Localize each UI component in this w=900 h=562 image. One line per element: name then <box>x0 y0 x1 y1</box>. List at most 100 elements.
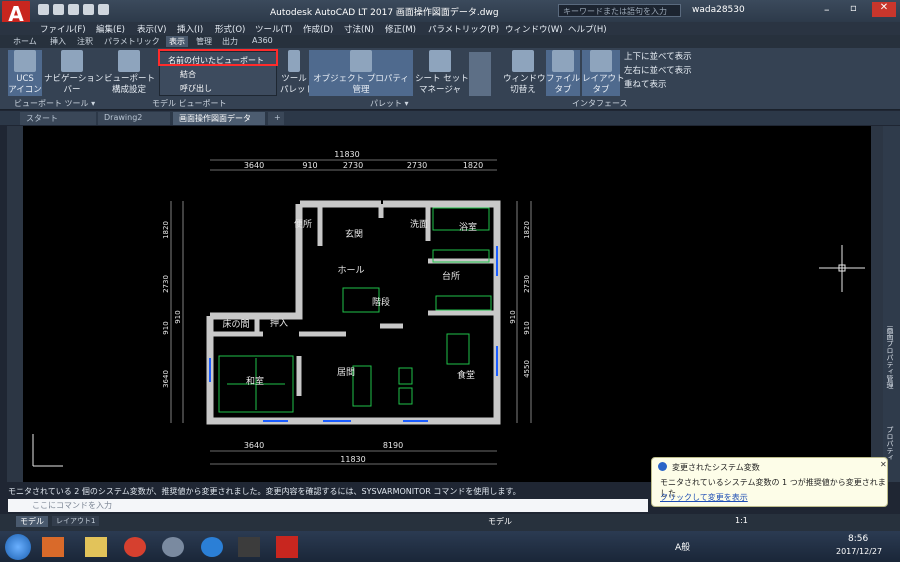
highlight-box <box>158 49 278 66</box>
room-hall: ホール <box>337 265 364 276</box>
clock-time[interactable]: 8:56 <box>848 534 868 544</box>
close-button[interactable]: ✕ <box>872 2 896 17</box>
switch-window-button[interactable]: ウィンドウ 切替え <box>503 50 546 96</box>
popup-link[interactable]: クリックして変更を表示 <box>660 492 748 503</box>
left-toolbar[interactable] <box>7 126 23 482</box>
popup-close-icon[interactable]: ✕ <box>880 460 887 469</box>
new-icon[interactable] <box>38 4 49 15</box>
layout-tab-model[interactable]: モデル <box>16 516 48 527</box>
room-kitchen: 台所 <box>442 270 460 282</box>
panel-viewport-tools[interactable]: ビューポート ツール ▾ <box>14 98 95 109</box>
chrome-icon[interactable] <box>124 537 146 557</box>
menu-format[interactable]: 形式(O) <box>215 23 245 35</box>
tile-vertical-button[interactable]: 左右に並べて表示 <box>624 66 692 77</box>
dim-left-1: 1820 <box>162 221 170 239</box>
ribbon: UCS アイコン ナビゲーション バー ビューポート 構成設定 ツール パレット… <box>0 48 900 110</box>
cascade-button[interactable]: 重ねて表示 <box>624 80 667 91</box>
ie-icon[interactable] <box>201 537 223 557</box>
dim-top-1: 3640 <box>244 161 264 170</box>
ribbon-tabs: ホーム 挿入 注釈 パラメトリック 表示 管理 出力 A360 <box>0 35 900 48</box>
status-bar: モデル レイアウト1 モデル 1:1 <box>0 514 900 531</box>
document-tabs: スタート Drawing2 画面操作図面データ + <box>0 111 900 125</box>
ucs-axis-icon <box>32 434 63 467</box>
layout-tab-button[interactable]: レイアウト タブ <box>582 50 625 96</box>
dim-top-2: 910 <box>302 161 317 170</box>
file-tab-icon <box>552 50 574 72</box>
properties-icon <box>350 50 372 72</box>
tab-annotate[interactable]: 注釈 <box>77 36 93 47</box>
taskbar: A般 8:56 2017/12/27 <box>0 531 900 562</box>
tool-palette-button[interactable]: ツール パレット <box>280 50 314 96</box>
save-icon[interactable] <box>68 4 79 15</box>
palette-small-icons[interactable] <box>469 52 491 96</box>
tab-manage[interactable]: 管理 <box>196 36 212 47</box>
autocad-task-icon[interactable] <box>276 536 298 558</box>
doc-tab-drawing2[interactable]: Drawing2 <box>98 112 170 125</box>
menu-help[interactable]: ヘルプ(H) <box>568 23 607 35</box>
folder-icon[interactable] <box>85 537 107 557</box>
ime-indicator[interactable]: A般 <box>675 540 690 553</box>
panel-model-viewports: モデル ビューポート <box>152 99 227 108</box>
right-toolbar[interactable] <box>871 126 883 482</box>
menu-dimension[interactable]: 寸法(N) <box>344 23 374 35</box>
object-properties-button[interactable]: オブジェクト プロパティ管理 <box>309 50 413 96</box>
thunderbird-icon[interactable] <box>162 537 184 557</box>
saveas-icon[interactable] <box>83 4 94 15</box>
ucs-icon-button[interactable]: UCS アイコン <box>8 50 42 96</box>
tab-insert[interactable]: 挿入 <box>50 36 66 47</box>
panel-palette[interactable]: パレット ▾ <box>370 98 409 109</box>
tab-a360[interactable]: A360 <box>252 36 273 45</box>
floor-plan: 11830 3640 910 2730 2730 1820 3640 8190 … <box>32 150 865 467</box>
dim-top-5: 1820 <box>463 161 483 170</box>
tab-parametric[interactable]: パラメトリック <box>104 36 160 47</box>
user-name[interactable]: wada28530 <box>692 5 745 15</box>
layout-tab-layout1[interactable]: レイアウト1 <box>52 516 100 526</box>
print-icon[interactable] <box>98 4 109 15</box>
annotation-scale[interactable]: 1:1 <box>735 516 748 525</box>
doc-tab-current[interactable]: 画面操作図面データ <box>173 112 265 125</box>
room-oshiire: 押入 <box>270 317 288 329</box>
search-input[interactable]: キーワードまたは語句を入力 <box>558 4 681 17</box>
hpb-icon[interactable] <box>238 537 260 557</box>
tool-palette-icon <box>288 50 300 72</box>
menu-window[interactable]: ウィンドウ(W) <box>505 23 563 35</box>
tab-output[interactable]: 出力 <box>222 36 238 47</box>
media-icon[interactable] <box>42 537 64 557</box>
tab-home[interactable]: ホーム <box>13 36 37 47</box>
status-model-button[interactable]: モデル <box>488 516 512 527</box>
tab-view[interactable]: 表示 <box>166 36 188 47</box>
file-tab-button[interactable]: ファイル タブ <box>546 50 580 96</box>
popup-title: 変更されたシステム変数 <box>672 463 760 472</box>
command-input[interactable]: ここにコマンドを入力 <box>8 499 648 512</box>
open-icon[interactable] <box>53 4 64 15</box>
restore-item[interactable]: 呼び出し <box>180 83 212 94</box>
minimize-button[interactable]: – <box>824 3 830 16</box>
palette-label-2: プロパティ <box>886 426 894 461</box>
doc-tab-start[interactable]: スタート <box>20 112 96 125</box>
clock-date[interactable]: 2017/12/27 <box>836 547 882 556</box>
tile-horizontal-button[interactable]: 上下に並べて表示 <box>624 52 692 63</box>
dim-bottom-total: 11830 <box>340 455 365 464</box>
menu-insert[interactable]: 挿入(I) <box>177 23 203 35</box>
menu-file[interactable]: ファイル(F) <box>40 23 86 35</box>
join-item[interactable]: 結合 <box>180 69 196 80</box>
menu-parametric[interactable]: パラメトリック(P) <box>428 23 499 35</box>
menu-draw[interactable]: 作成(D) <box>303 23 333 35</box>
right-palette[interactable]: 画面プロパティ管理 プロパティ <box>883 126 900 482</box>
room-washroom: 洗面 <box>410 218 428 230</box>
room-entrance: 玄関 <box>345 228 363 240</box>
start-button[interactable] <box>5 534 31 560</box>
sheetset-button[interactable]: シート セット マネージャ <box>415 50 469 96</box>
menu-tools[interactable]: ツール(T) <box>255 23 292 35</box>
menu-modify[interactable]: 修正(M) <box>385 23 416 35</box>
crosshair-cursor <box>819 245 865 292</box>
viewport-config-button[interactable]: ビューポート 構成設定 <box>104 50 155 96</box>
sysvar-notification[interactable]: 変更されたシステム変数 ✕ モニタされているシステム変数の 1 つが推奨値から変… <box>651 457 888 507</box>
maximize-button[interactable]: ▫ <box>850 3 857 14</box>
new-tab-button[interactable]: + <box>268 112 284 125</box>
drawing-canvas[interactable]: 11830 3640 910 2730 2730 1820 3640 8190 … <box>23 126 871 482</box>
menu-view[interactable]: 表示(V) <box>137 23 166 35</box>
menu-edit[interactable]: 編集(E) <box>96 23 125 35</box>
panel-interface: インタフェース <box>572 99 628 108</box>
navbar-button[interactable]: ナビゲーション バー <box>44 50 103 96</box>
